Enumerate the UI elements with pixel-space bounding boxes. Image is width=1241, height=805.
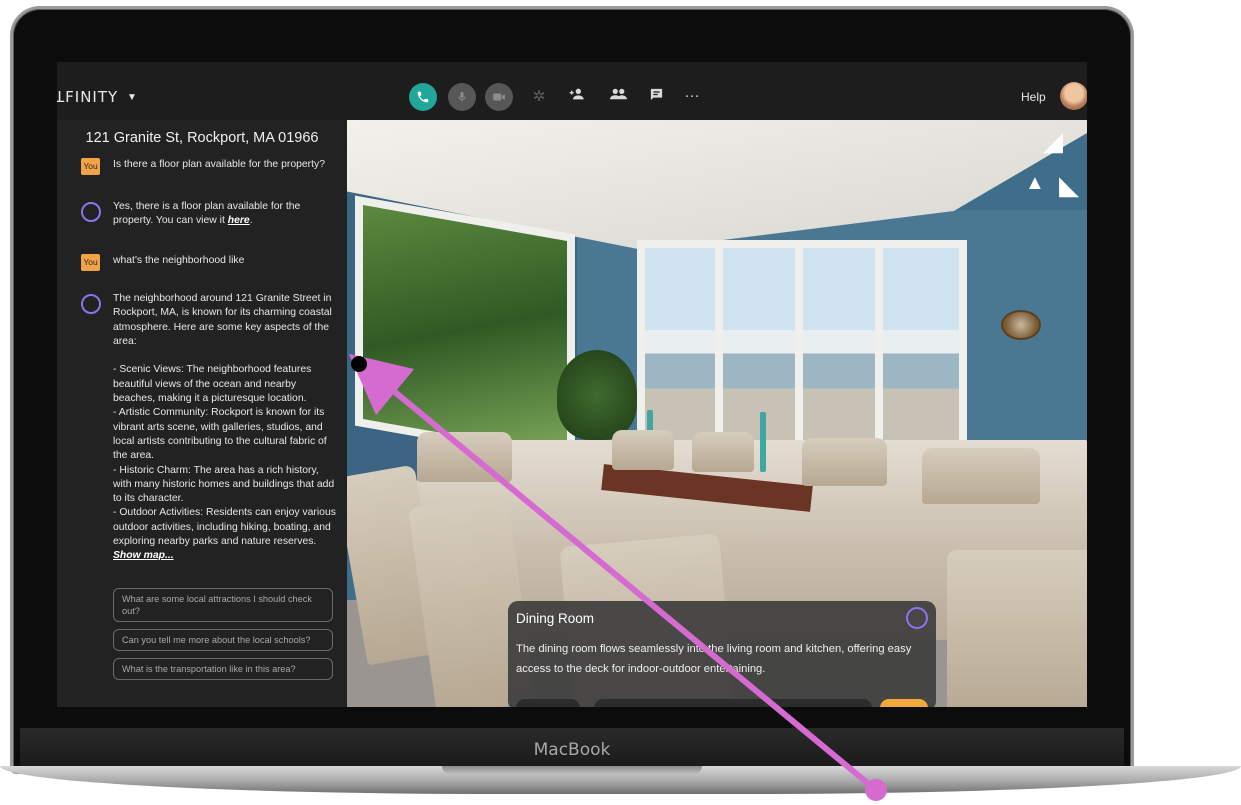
laptop-mockup: MacBook ꓕFINITY ▼ ✲ ··· Help 121 Granite…	[0, 0, 1241, 805]
room-wall-mirror	[1001, 310, 1041, 340]
top-toolbar: ꓕFINITY ▼ ✲ ··· Help	[57, 74, 1087, 120]
navigation-arrow-icon[interactable]: ◣	[1059, 170, 1079, 201]
room-title: Dining Room	[516, 611, 595, 626]
settings-icon[interactable]: ✲	[529, 87, 549, 105]
suggestion-chip[interactable]: What is the transportation like in this …	[113, 658, 333, 680]
app-logo[interactable]: ꓕFINITY	[57, 88, 118, 106]
call-button[interactable]	[409, 83, 437, 111]
card-action-button[interactable]	[880, 699, 928, 707]
navigation-arrow-icon[interactable]: ◢	[1043, 126, 1063, 157]
chat-panel: 121 Granite St, Rockport, MA 01966 You I…	[57, 120, 347, 707]
microphone-icon	[458, 92, 466, 102]
dining-chair	[947, 550, 1087, 707]
room-plant	[557, 350, 637, 440]
dining-chair	[802, 438, 887, 486]
assistant-avatar-icon	[81, 202, 101, 222]
camera-icon	[493, 93, 505, 101]
navigation-arrow-icon[interactable]: ▲	[1025, 172, 1045, 195]
room-window	[355, 195, 575, 465]
camera-button[interactable]	[485, 83, 513, 111]
logo-dropdown-caret-icon[interactable]: ▼	[127, 92, 137, 103]
assistant-avatar-icon	[81, 294, 101, 314]
app-screen: ꓕFINITY ▼ ✲ ··· Help 121 Granite St, Roc…	[57, 62, 1087, 707]
suggestion-chip[interactable]: Can you tell me more about the local sch…	[113, 629, 333, 651]
message-text: The neighborhood around 121 Granite Stre…	[113, 293, 336, 562]
message-text: what's the neighborhood like	[113, 255, 245, 266]
floor-plan-link[interactable]: here	[228, 215, 250, 226]
microphone-button[interactable]	[448, 83, 476, 111]
show-map-link[interactable]: Show map...	[113, 550, 174, 561]
more-icon[interactable]: ···	[682, 87, 702, 104]
room-info-card: Dining Room The dining room flows seamle…	[508, 601, 936, 707]
chat-icon[interactable]	[646, 87, 666, 106]
help-link[interactable]: Help	[1021, 90, 1046, 104]
property-address: 121 Granite St, Rockport, MA 01966	[85, 130, 319, 146]
card-button[interactable]	[516, 699, 580, 707]
room-description: The dining room flows seamlessly into th…	[516, 643, 912, 675]
card-input[interactable]	[594, 699, 872, 707]
message-text: Is there a floor plan available for the …	[113, 159, 325, 170]
candle	[760, 412, 766, 472]
suggestion-chip[interactable]: What are some local attractions I should…	[113, 588, 333, 622]
laptop-notch	[442, 766, 702, 774]
dining-chair	[417, 432, 512, 482]
people-icon[interactable]	[608, 87, 628, 105]
user-avatar[interactable]	[1060, 82, 1087, 110]
dining-chair	[612, 430, 674, 470]
add-person-icon[interactable]	[567, 87, 587, 105]
message-text: Yes, there is a floor plan available for…	[113, 201, 301, 227]
you-badge: You	[81, 254, 100, 271]
virtual-tour-view[interactable]: ◢ ▲ ◣ Dining Room The dining room flows …	[347, 120, 1087, 707]
dining-chair	[922, 448, 1040, 504]
you-badge: You	[81, 158, 100, 175]
dining-chair	[692, 432, 754, 472]
assistant-avatar-icon[interactable]	[906, 607, 928, 629]
phone-icon	[417, 91, 429, 103]
laptop-brand-label: MacBook	[533, 740, 611, 760]
